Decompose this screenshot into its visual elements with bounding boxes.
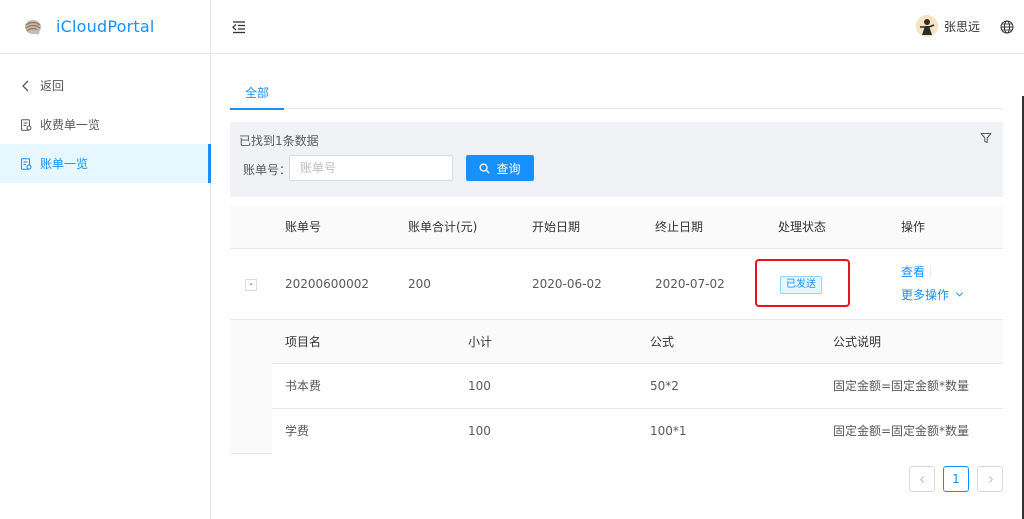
column-header: 账单号 bbox=[285, 220, 322, 234]
table-header: 账单号 账单合计(元) 开始日期 终止日期 处理状态 操作 bbox=[230, 206, 1003, 249]
expanded-row: 项目名 小计 公式 公式说明 书本费 100 50*2 固定金额=固定金额*数量… bbox=[230, 320, 1003, 454]
column-header: 终止日期 bbox=[655, 220, 704, 234]
sidebar-menu: 返回 收费单一览 账单一览 bbox=[0, 54, 211, 183]
detail-row: 书本费 100 50*2 固定金额=固定金额*数量 bbox=[272, 364, 1003, 409]
top-header: 张思远 bbox=[211, 0, 1024, 54]
document-icon bbox=[20, 118, 32, 131]
sidebar-item-label: 账单一览 bbox=[40, 157, 89, 171]
pagination: 1 bbox=[901, 466, 1003, 492]
bill-no-input[interactable] bbox=[289, 155, 453, 181]
status-highlight-box: 已发送 bbox=[755, 259, 850, 307]
app-title: iCloudPortal bbox=[56, 17, 155, 36]
column-header: 小计 bbox=[468, 335, 493, 349]
search-icon bbox=[479, 162, 491, 174]
column-header: 处理状态 bbox=[778, 220, 827, 234]
action-divider bbox=[930, 266, 931, 277]
chevron-down-icon bbox=[956, 292, 964, 297]
tab-bar: 全部 bbox=[230, 78, 1003, 110]
column-header: 账单合计(元) bbox=[408, 220, 478, 234]
document-icon bbox=[20, 157, 32, 170]
detail-table-header: 项目名 小计 公式 公式说明 bbox=[272, 320, 1003, 364]
chevron-left-icon bbox=[20, 80, 32, 92]
more-actions-dropdown[interactable]: 更多操作 bbox=[901, 286, 964, 303]
user-menu[interactable]: 张思远 bbox=[915, 15, 980, 37]
column-header: 开始日期 bbox=[532, 220, 581, 234]
menu-fold-icon[interactable] bbox=[231, 19, 247, 35]
item-name-cell: 学费 bbox=[285, 424, 310, 438]
table-row: - 20200600002 200 2020-06-02 2020-07-02 … bbox=[230, 249, 1003, 320]
logo[interactable]: iCloudPortal bbox=[0, 0, 210, 54]
query-button[interactable]: 查询 bbox=[466, 155, 534, 181]
next-page-button[interactable] bbox=[977, 466, 1003, 492]
tab-all[interactable]: 全部 bbox=[230, 78, 285, 110]
formula-cell: 50*2 bbox=[650, 379, 679, 393]
bill-no-label: 账单号： bbox=[243, 163, 292, 177]
prev-page-button[interactable] bbox=[909, 466, 935, 492]
detail-row: 学费 100 100*1 固定金额=固定金额*数量 bbox=[272, 409, 1003, 454]
view-link[interactable]: 查看 bbox=[901, 263, 925, 280]
chevron-left-icon bbox=[919, 475, 924, 483]
bills-table: 账单号 账单合计(元) 开始日期 终止日期 处理状态 操作 - 20200600… bbox=[230, 206, 1003, 454]
search-panel: 已找到1条数据 账单号： 查询 bbox=[230, 122, 1003, 197]
end-date-cell: 2020-07-02 bbox=[655, 277, 725, 291]
globe-icon[interactable] bbox=[1000, 20, 1014, 34]
subtotal-cell: 100 bbox=[468, 424, 491, 438]
chevron-right-icon bbox=[988, 475, 993, 483]
sidebar-item-charges[interactable]: 收费单一览 bbox=[0, 105, 210, 144]
sidebar-item-bills[interactable]: 账单一览 bbox=[0, 144, 211, 183]
main-content: 全部 已找到1条数据 账单号： 查询 账单号 账单合计(元) 开始日期 终止日期… bbox=[211, 54, 1024, 519]
status-badge: 已发送 bbox=[780, 276, 822, 294]
total-cell: 200 bbox=[408, 277, 431, 291]
column-header: 公式 bbox=[650, 335, 675, 349]
query-button-label: 查询 bbox=[496, 161, 521, 176]
sidebar-item-label: 返回 bbox=[40, 79, 65, 93]
result-count: 已找到1条数据 bbox=[239, 134, 319, 148]
formula-desc-cell: 固定金额=固定金额*数量 bbox=[833, 379, 970, 393]
start-date-cell: 2020-06-02 bbox=[532, 277, 602, 291]
sidebar-item-back[interactable]: 返回 bbox=[0, 66, 210, 105]
bill-no-cell: 20200600002 bbox=[285, 277, 369, 291]
row-collapse-button[interactable]: - bbox=[245, 279, 257, 291]
item-name-cell: 书本费 bbox=[285, 379, 322, 393]
page-number-button[interactable]: 1 bbox=[943, 466, 969, 492]
detail-table: 项目名 小计 公式 公式说明 书本费 100 50*2 固定金额=固定金额*数量… bbox=[272, 320, 1003, 454]
formula-desc-cell: 固定金额=固定金额*数量 bbox=[833, 424, 970, 438]
avatar bbox=[915, 15, 938, 37]
subtotal-cell: 100 bbox=[468, 379, 491, 393]
more-actions-label: 更多操作 bbox=[901, 288, 950, 302]
user-name: 张思远 bbox=[943, 19, 980, 34]
logo-icon bbox=[22, 16, 44, 38]
formula-cell: 100*1 bbox=[650, 424, 687, 438]
column-header: 公式说明 bbox=[833, 335, 882, 349]
filter-icon[interactable] bbox=[980, 132, 992, 144]
sidebar: iCloudPortal 返回 收费单一览 账单一览 bbox=[0, 0, 211, 519]
sidebar-item-label: 收费单一览 bbox=[40, 118, 101, 132]
column-header: 操作 bbox=[901, 220, 926, 234]
column-header: 项目名 bbox=[285, 335, 322, 349]
